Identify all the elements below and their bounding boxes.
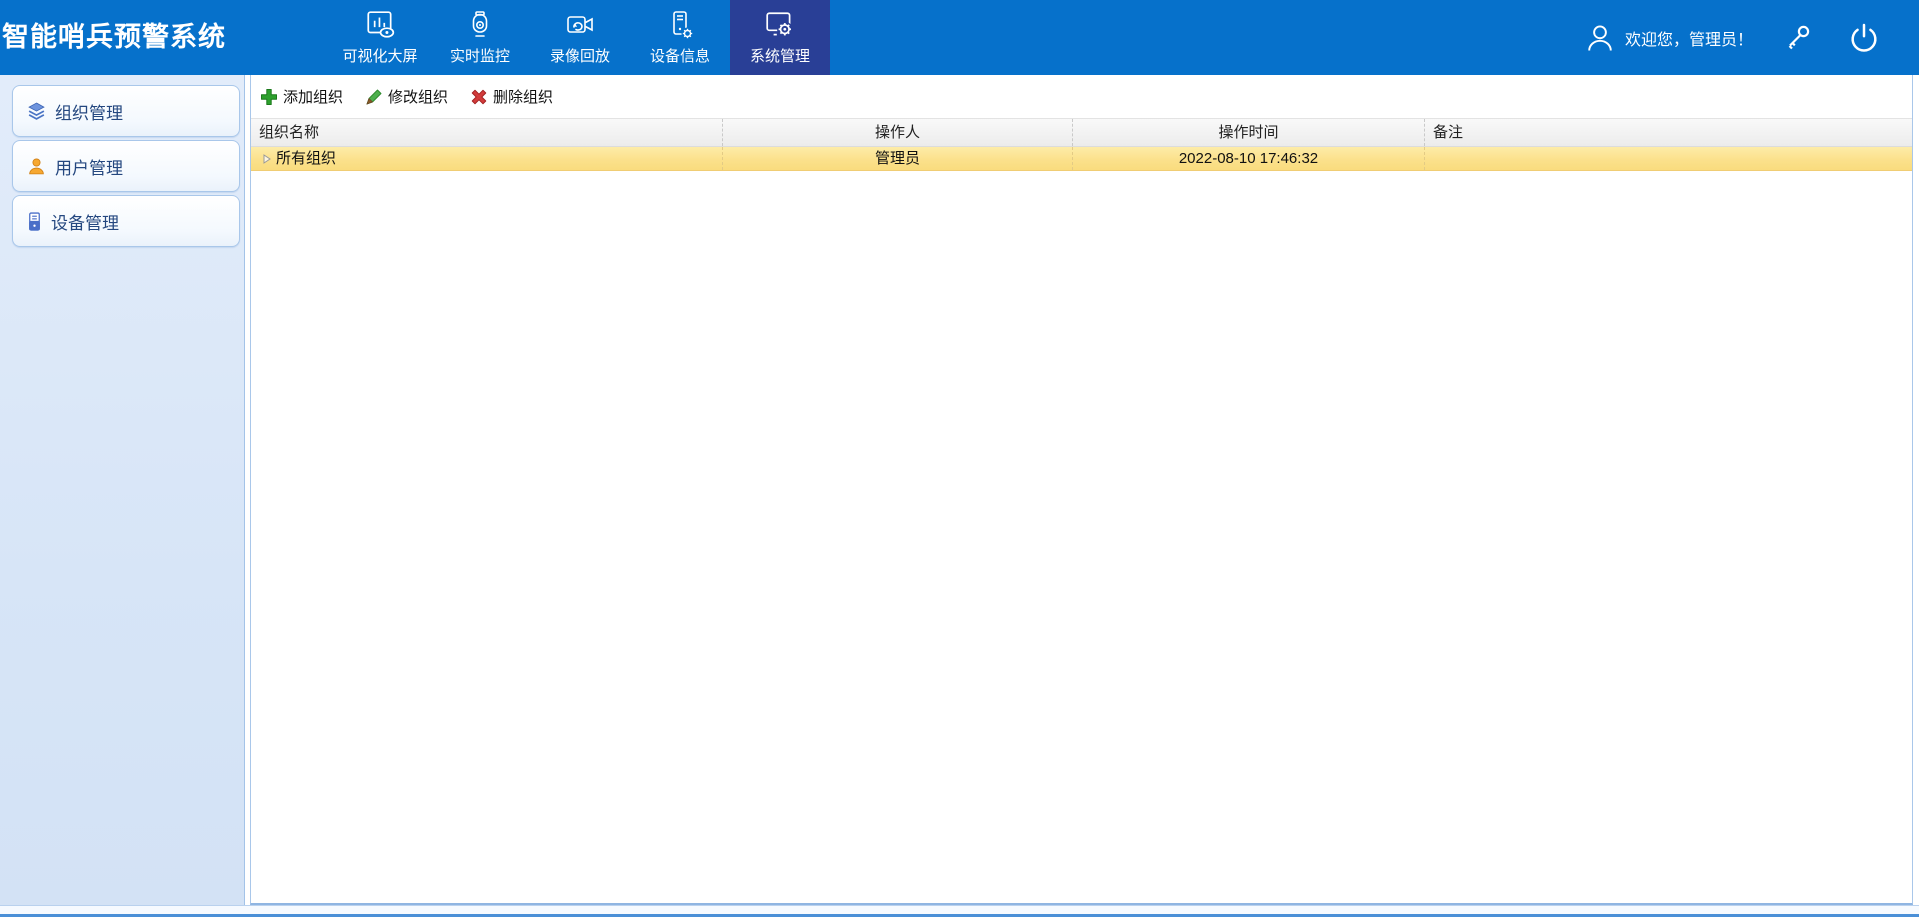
main-menu: 可视化大屏 实时监控 录像回放 设备信息 系统管理: [330, 0, 830, 75]
column-header-operator[interactable]: 操作人: [723, 119, 1073, 146]
remark-cell: [1425, 147, 1912, 170]
org-name-cell: 所有组织: [251, 147, 723, 170]
nav-item-label: 系统管理: [749, 48, 810, 65]
delete-org-button[interactable]: 删除组织: [470, 86, 553, 107]
nav-item-dashboard[interactable]: 可视化大屏: [330, 0, 430, 75]
org-table-row-selected[interactable]: 所有组织 管理员 2022-08-10 17:46:32: [251, 147, 1912, 171]
org-table-header: 组织名称 操作人 操作时间 备注: [251, 119, 1912, 147]
pencil-icon: [365, 88, 383, 106]
sidebar-item-label: 用户管理: [55, 158, 123, 178]
add-org-button[interactable]: 添加组织: [260, 86, 343, 107]
bottom-scroll-strip[interactable]: [0, 905, 1919, 917]
main-panel: 添加组织 修改组织 删除组织 组织名称 操作人 操作时间 备注 所有组织 管理员…: [250, 75, 1913, 905]
add-org-label: 添加组织: [283, 89, 344, 106]
nav-item-device-info[interactable]: 设备信息: [630, 0, 730, 75]
device-info-icon: [665, 7, 695, 43]
column-header-org-name[interactable]: 组织名称: [251, 119, 723, 146]
user-avatar-icon: [1583, 21, 1617, 55]
sidebar: 组织管理 用户管理 设备管理: [0, 75, 245, 905]
top-nav-bar: 智能哨兵预警系统 可视化大屏 实时监控 录像回放 设备信息 系统管理 欢迎您，管…: [0, 0, 1919, 75]
org-name-text: 所有组织: [276, 150, 337, 167]
op-time-cell: 2022-08-10 17:46:32: [1073, 147, 1425, 170]
system-settings-icon: [764, 7, 796, 43]
sidebar-item-users[interactable]: 用户管理: [12, 140, 240, 192]
user-icon: [27, 157, 46, 176]
device-icon: [27, 211, 42, 231]
expand-arrow-icon[interactable]: [263, 153, 271, 164]
nav-item-label: 设备信息: [649, 48, 710, 65]
change-password-key-icon[interactable]: [1783, 22, 1813, 54]
video-playback-icon: [564, 7, 596, 43]
operator-cell: 管理员: [723, 147, 1073, 170]
sidebar-item-organization[interactable]: 组织管理: [12, 85, 240, 137]
welcome-text: 欢迎您，管理员！: [1624, 31, 1753, 49]
app-title: 智能哨兵预警系统: [2, 22, 226, 52]
nav-item-live-monitor[interactable]: 实时监控: [430, 0, 530, 75]
org-toolbar: 添加组织 修改组织 删除组织: [251, 75, 1912, 119]
delete-org-label: 删除组织: [493, 89, 554, 106]
delete-x-icon: [470, 88, 488, 106]
organization-icon: [27, 102, 46, 121]
sidebar-item-label: 设备管理: [51, 213, 119, 233]
monitor-camera-icon: [465, 7, 495, 43]
nav-user-area: 欢迎您，管理员！: [1583, 0, 1881, 75]
column-header-op-time[interactable]: 操作时间: [1073, 119, 1425, 146]
nav-item-label: 可视化大屏: [342, 48, 418, 65]
dashboard-icon: [364, 7, 396, 43]
edit-org-button[interactable]: 修改组织: [365, 86, 448, 107]
table-empty-area: [251, 171, 1912, 903]
column-header-remark[interactable]: 备注: [1425, 119, 1912, 146]
nav-item-label: 录像回放: [549, 48, 610, 65]
edit-org-label: 修改组织: [388, 89, 449, 106]
nav-item-playback[interactable]: 录像回放: [530, 0, 630, 75]
logout-power-icon[interactable]: [1847, 21, 1881, 55]
nav-item-label: 实时监控: [449, 48, 510, 65]
sidebar-item-label: 组织管理: [55, 103, 123, 123]
add-icon: [260, 88, 278, 106]
sidebar-item-devices[interactable]: 设备管理: [12, 195, 240, 247]
nav-item-system-management[interactable]: 系统管理: [730, 0, 830, 75]
